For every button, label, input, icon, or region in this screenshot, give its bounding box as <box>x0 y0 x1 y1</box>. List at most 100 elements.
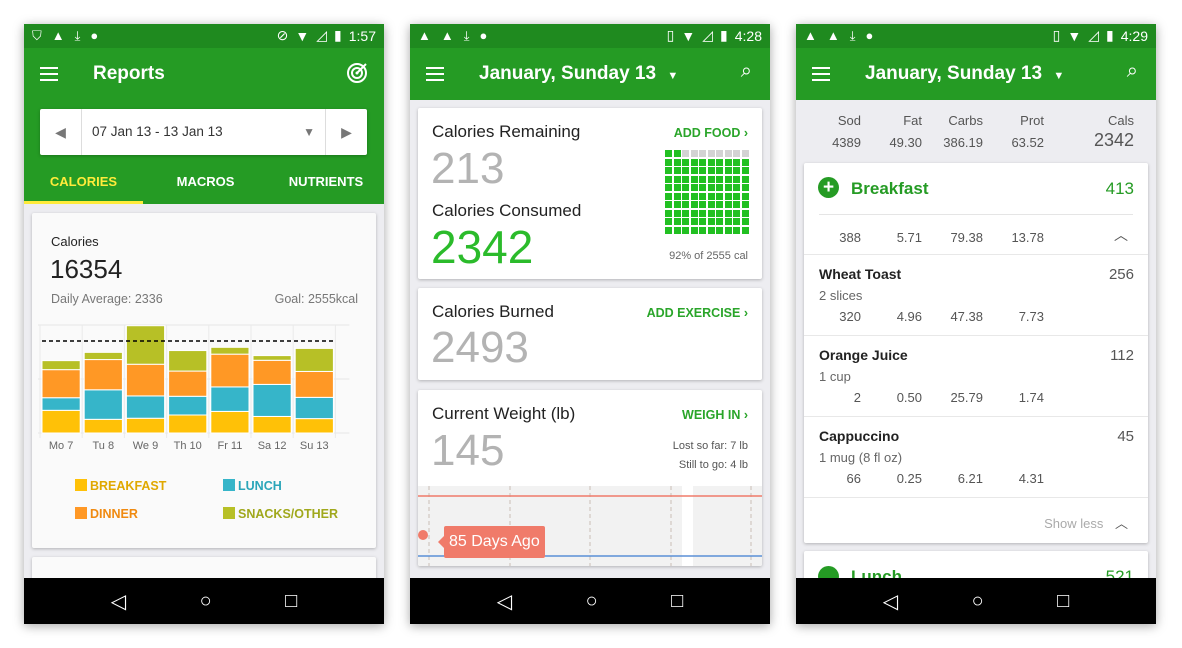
waffle-cell <box>716 150 723 157</box>
bar-segment-breakfast <box>125 417 166 434</box>
next-week-button[interactable]: ▶ <box>325 109 367 155</box>
x-tick-label: Mo 7 <box>49 440 73 452</box>
waffle-cell <box>741 175 749 183</box>
add-exercise-link[interactable]: ADD EXERCISE › <box>647 306 748 320</box>
legend-swatch <box>223 479 235 491</box>
calories-bar-chart: Mo 7 Tu 8 We 9 Th 10 Fr 11 Sa 12 Su 13 <box>38 324 350 452</box>
waffle-cell <box>724 218 732 226</box>
previous-week-button[interactable]: ◀ <box>40 109 82 155</box>
waffle-cell <box>741 192 749 200</box>
search-icon[interactable]: ⌕ <box>1127 60 1138 83</box>
waffle-cell <box>707 175 715 183</box>
download-icon: ⤓ <box>74 28 81 43</box>
waffle-cell <box>707 150 715 157</box>
waffle-cell <box>724 158 732 166</box>
tab-macros[interactable]: MACROS <box>143 160 268 204</box>
date-title[interactable]: January, Sunday 13 ▼ <box>865 63 1064 85</box>
report-label: Calories <box>51 234 99 249</box>
shield-icon: ⛉ <box>32 28 42 43</box>
wifi-icon: ▼ <box>681 27 696 44</box>
waffle-cell <box>699 201 706 209</box>
x-tick-label: Fr 11 <box>217 440 242 452</box>
food-calories: 112 <box>1110 347 1134 364</box>
bar-segment-snacksother <box>210 346 250 355</box>
food-macro: 47.38 <box>950 309 983 324</box>
waffle-cell <box>733 184 740 192</box>
back-icon[interactable]: ◁ <box>111 589 126 614</box>
waffle-cell <box>741 150 749 157</box>
wifi-icon: ▼ <box>1067 27 1082 44</box>
clock: 4:28 <box>734 27 762 44</box>
signal-icon: ◿ <box>1088 27 1100 43</box>
waffle-cell <box>682 209 689 217</box>
bar-segment-lunch <box>41 397 81 411</box>
recents-icon[interactable]: □ <box>1057 590 1069 613</box>
food-item[interactable]: Orange Juice 112 1 cup 2 0.50 25.79 1.74 <box>804 336 1148 417</box>
calories-consumed-label: Calories Consumed <box>432 201 582 220</box>
food-item-list: Wheat Toast 256 2 slices 320 4.96 47.38 … <box>804 255 1148 498</box>
waffle-cell <box>699 167 706 175</box>
total-header: Sod <box>837 113 861 128</box>
waffle-cell <box>682 150 689 157</box>
waffle-cell <box>724 209 732 217</box>
food-macro: 4.96 <box>896 309 922 324</box>
food-serving: 1 cup <box>819 369 851 384</box>
waffle-cell <box>741 218 749 226</box>
add-food-link[interactable]: ADD FOOD › <box>674 126 748 140</box>
waffle-cell <box>724 184 732 192</box>
food-calories: 45 <box>1117 428 1134 445</box>
android-icon: ● <box>479 28 488 43</box>
toolbar: January, Sunday 13 ▼ ⌕ <box>796 48 1156 100</box>
waffle-cell <box>716 226 723 234</box>
total-value: 4389 <box>832 135 861 150</box>
menu-icon[interactable] <box>426 67 444 81</box>
bar-segment-breakfast <box>210 410 250 434</box>
waffle-cell <box>716 184 723 192</box>
recents-icon[interactable]: □ <box>285 590 297 613</box>
date-title[interactable]: January, Sunday 13 ▼ <box>479 63 678 85</box>
food-macro: 7.73 <box>1018 309 1044 324</box>
waffle-cell <box>690 218 698 226</box>
food-item[interactable]: Cappuccino 45 1 mug (8 fl oz) 66 0.25 6.… <box>804 417 1148 498</box>
waffle-cell <box>682 192 689 200</box>
food-name: Cappuccino <box>819 428 900 444</box>
menu-icon[interactable] <box>40 67 58 81</box>
recents-icon[interactable]: □ <box>671 590 683 613</box>
meal-macro: 5.71 <box>896 230 922 245</box>
do-not-disturb-icon: ⊘ <box>276 27 289 43</box>
date-range-selector: ◀ 07 Jan 13 - 13 Jan 13 ▼ ▶ <box>40 109 367 155</box>
vibrate-icon: ▯ <box>1052 27 1061 43</box>
bar-segment-snacksother <box>83 351 123 361</box>
tab-calories[interactable]: CALORIES <box>24 160 143 204</box>
back-icon[interactable]: ◁ <box>497 589 512 614</box>
legend-swatch <box>223 507 235 519</box>
waffle-cell <box>673 201 681 209</box>
bar-segment-breakfast <box>41 409 81 434</box>
home-icon[interactable]: ○ <box>972 590 984 613</box>
weight-point[interactable] <box>418 530 428 540</box>
waffle-cell <box>673 158 681 166</box>
back-icon[interactable]: ◁ <box>883 589 898 614</box>
waffle-cell <box>690 226 698 234</box>
weigh-in-link[interactable]: WEIGH IN › <box>682 408 748 422</box>
waffle-cell <box>733 158 740 166</box>
collapse-chevron-icon[interactable]: ︿ <box>1114 225 1128 245</box>
waffle-cell <box>741 158 749 166</box>
menu-icon[interactable] <box>812 67 830 81</box>
date-range-dropdown[interactable]: 07 Jan 13 - 13 Jan 13 ▼ <box>82 109 325 155</box>
target-icon[interactable] <box>346 62 368 84</box>
battery-charging-icon: ▮ <box>720 27 728 43</box>
toolbar: Reports <box>24 48 384 100</box>
food-item[interactable]: Wheat Toast 256 2 slices 320 4.96 47.38 … <box>804 255 1148 336</box>
food-calories: 256 <box>1108 266 1134 283</box>
waffle-cell <box>690 158 698 166</box>
calories-burned-label: Calories Burned <box>432 302 554 321</box>
add-breakfast-icon[interactable]: + <box>818 177 839 198</box>
android-icon: ● <box>865 28 874 43</box>
tab-nutrients[interactable]: NUTRIENTS <box>268 160 384 204</box>
home-icon[interactable]: ○ <box>200 590 212 613</box>
show-less-button[interactable]: Show less ︿ <box>1044 513 1128 532</box>
home-icon[interactable]: ○ <box>586 590 598 613</box>
search-icon[interactable]: ⌕ <box>741 60 752 83</box>
food-macro: 1.74 <box>1018 390 1044 405</box>
